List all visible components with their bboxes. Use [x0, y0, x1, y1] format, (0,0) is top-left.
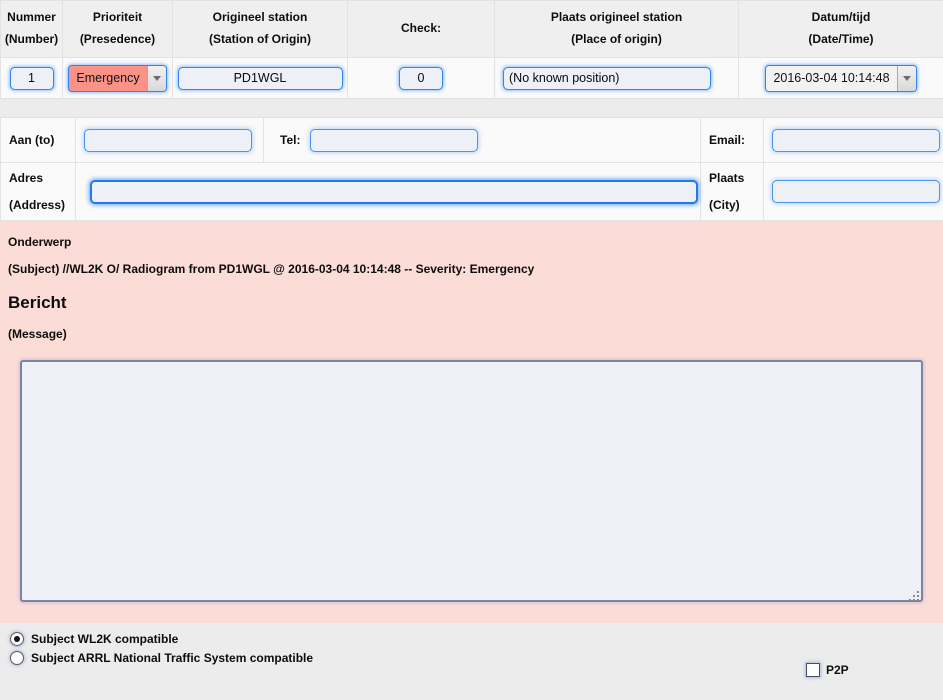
header-plaats-origineel-l2: (Place of origin): [571, 32, 662, 46]
radiogram-form: Nummer (Number) Prioriteit (Presedence) …: [0, 0, 943, 700]
message-sublabel: (Message): [8, 327, 67, 341]
label-aan-to: Aan (to): [0, 117, 76, 163]
origin-value-row: Emergency 2016-03-04 10:14:48: [0, 57, 943, 99]
number-input[interactable]: [9, 66, 54, 90]
cell-station: [172, 57, 348, 99]
option-arrl-nts-label: Subject ARRL National Traffic System com…: [31, 650, 314, 665]
label-plaats-l2: (City): [709, 197, 740, 212]
p2p-label: P2P: [826, 663, 849, 677]
section-divider: [0, 99, 943, 117]
cell-datetime: 2016-03-04 10:14:48: [738, 57, 943, 99]
header-check-l1: Check:: [400, 21, 441, 35]
header-origineel-station: Origineel station (Station of Origin): [172, 0, 348, 58]
header-prioriteit-l1: Prioriteit: [92, 10, 143, 24]
message-section: Onderwerp (Subject) //WL2K O/ Radiogram …: [0, 221, 943, 623]
check-input[interactable]: [399, 66, 443, 90]
message-heading: Bericht: [8, 293, 67, 312]
origin-table: Nummer (Number) Prioriteit (Presedence) …: [0, 0, 943, 99]
header-nummer: Nummer (Number): [0, 0, 63, 58]
header-datumtijd-l1: Datum/tijd: [811, 10, 871, 24]
p2p-option[interactable]: P2P: [806, 663, 849, 677]
priority-selected-value: Emergency: [69, 65, 147, 91]
datetime-selected-value: 2016-03-04 10:14:48: [766, 65, 897, 91]
header-prioriteit-l2: (Presedence): [79, 32, 156, 46]
header-check: Check:: [347, 0, 495, 58]
subject-format-options: Subject WL2K compatible Subject ARRL Nat…: [0, 623, 943, 677]
to-input[interactable]: [84, 128, 252, 152]
cell-email: [763, 117, 943, 163]
priority-select[interactable]: Emergency: [68, 64, 167, 92]
subject-text: (Subject) //WL2K O/ Radiogram from PD1WG…: [8, 262, 535, 276]
label-adres-l1: Adres: [9, 170, 44, 185]
cell-city: [763, 162, 943, 221]
header-plaats-origineel-l1: Plaats origineel station: [550, 10, 683, 24]
cell-number: [0, 57, 63, 99]
chevron-down-icon[interactable]: [146, 65, 166, 91]
header-prioriteit: Prioriteit (Presedence): [62, 0, 173, 58]
addressee-row-to: Aan (to) Tel: Email:: [0, 117, 943, 163]
label-adres: Adres (Address): [0, 162, 76, 221]
cell-tel: Tel:: [263, 117, 701, 163]
address-input[interactable]: [90, 179, 698, 204]
label-adres-l2: (Address): [9, 197, 66, 212]
label-email: Email:: [700, 117, 764, 163]
label-plaats-l1: Plaats: [709, 170, 745, 185]
chevron-down-icon[interactable]: [896, 65, 916, 91]
header-nummer-l2: (Number): [4, 32, 59, 46]
message-textarea-wrap: [0, 354, 943, 623]
tel-input[interactable]: [310, 128, 479, 152]
message-textarea[interactable]: [20, 360, 923, 602]
addressee-table: Aan (to) Tel: Email: Adres (Address) Pla…: [0, 117, 943, 221]
option-wl2k-label: Subject WL2K compatible: [31, 631, 179, 646]
header-origineel-station-l1: Origineel station: [212, 10, 308, 24]
option-wl2k[interactable]: Subject WL2K compatible: [0, 629, 943, 648]
origin-header-row: Nummer (Number) Prioriteit (Presedence) …: [0, 0, 943, 58]
subject-heading: Onderwerp: [8, 235, 72, 249]
addressee-row-address: Adres (Address) Plaats (City): [0, 162, 943, 221]
place-of-origin-input[interactable]: [503, 66, 711, 90]
label-plaats: Plaats (City): [700, 162, 764, 221]
header-datumtijd: Datum/tijd (Date/Time): [738, 0, 943, 58]
cell-to: [75, 117, 264, 163]
station-of-origin-input[interactable]: [177, 66, 343, 90]
header-datumtijd-l2: (Date/Time): [808, 32, 874, 46]
cell-address: [75, 162, 701, 221]
header-nummer-l1: Nummer: [7, 10, 56, 24]
city-input[interactable]: [772, 180, 940, 203]
label-tel: Tel:: [272, 128, 311, 152]
cell-priority: Emergency: [62, 57, 173, 99]
cell-place: [494, 57, 739, 99]
checkbox-p2p-icon[interactable]: [806, 663, 820, 677]
datetime-select[interactable]: 2016-03-04 10:14:48: [765, 64, 917, 92]
header-origineel-station-l2: (Station of Origin): [209, 32, 311, 46]
radio-wl2k-icon[interactable]: [10, 631, 24, 646]
header-plaats-origineel: Plaats origineel station (Place of origi…: [494, 0, 739, 58]
email-input[interactable]: [772, 128, 940, 152]
cell-check: [347, 57, 495, 99]
option-arrl-nts[interactable]: Subject ARRL National Traffic System com…: [0, 648, 943, 667]
radio-arrl-nts-icon[interactable]: [10, 650, 24, 665]
